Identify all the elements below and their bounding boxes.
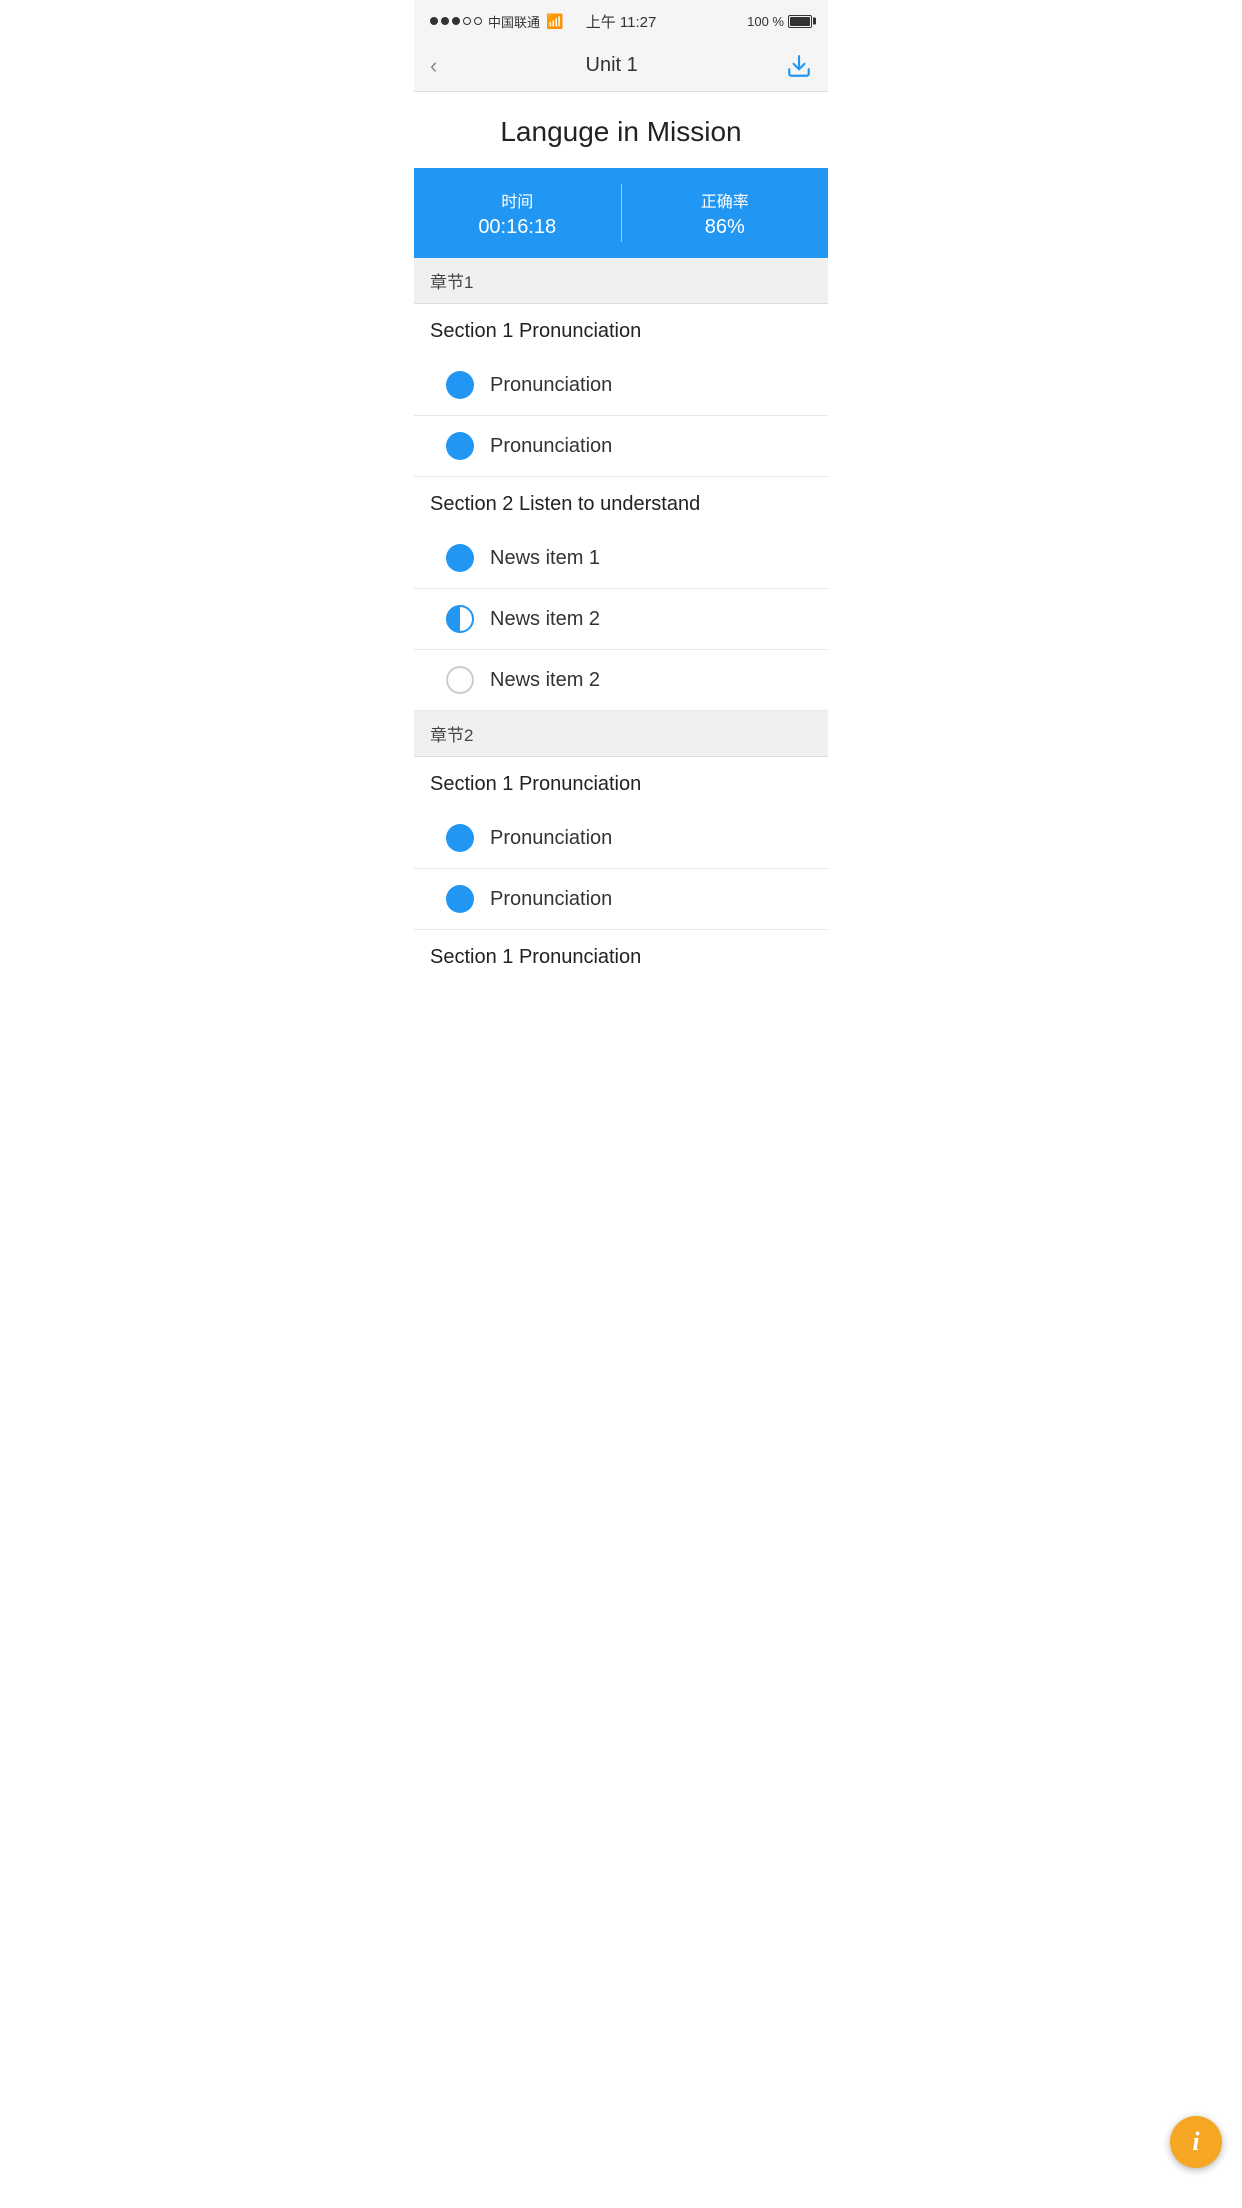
list-item[interactable]: News item 2 <box>414 589 828 650</box>
list-item[interactable]: News item 2 <box>414 650 828 711</box>
list-item-label: Pronunciation <box>490 827 612 850</box>
download-button[interactable] <box>786 53 812 79</box>
chapter-header: 章节1 <box>414 258 828 304</box>
progress-circle-full <box>446 824 474 852</box>
accuracy-value: 86% <box>705 216 745 239</box>
status-right: 100 % <box>747 14 812 29</box>
accuracy-stat: 正确率 86% <box>622 168 829 258</box>
status-left: 中国联通 📶 <box>430 12 563 31</box>
section-title: Section 1 Pronunciation <box>414 930 828 981</box>
chapter-header: 章节2 <box>414 711 828 757</box>
signal-icon <box>430 17 482 25</box>
status-time: 上午 11:27 <box>586 11 657 32</box>
accuracy-label: 正确率 <box>701 188 749 212</box>
stats-bar: 时间 00:16:18 正确率 86% <box>414 168 828 258</box>
carrier-label: 中国联通 <box>488 12 540 31</box>
page-title-section: Languge in Mission <box>414 92 828 168</box>
wifi-icon: 📶 <box>546 13 563 30</box>
time-label: 时间 <box>501 188 533 212</box>
back-button[interactable]: ‹ <box>430 55 437 77</box>
nav-title: Unit 1 <box>586 54 638 77</box>
battery-icon <box>788 15 812 28</box>
list-item-label: News item 2 <box>490 669 600 692</box>
list-item[interactable]: Pronunciation <box>414 869 828 930</box>
section-title: Section 2 Listen to understand <box>414 477 828 528</box>
time-stat: 时间 00:16:18 <box>414 168 621 258</box>
list-item[interactable]: News item 1 <box>414 528 828 589</box>
list-item[interactable]: Pronunciation <box>414 416 828 477</box>
section-title: Section 1 Pronunciation <box>414 757 828 808</box>
list-item[interactable]: Pronunciation <box>414 808 828 869</box>
progress-circle-full <box>446 544 474 572</box>
section-title: Section 1 Pronunciation <box>414 304 828 355</box>
list-item-label: Pronunciation <box>490 888 612 911</box>
list-item[interactable]: Pronunciation <box>414 355 828 416</box>
info-icon: i <box>1192 2129 1199 2155</box>
list-item-label: News item 1 <box>490 547 600 570</box>
list-item-label: Pronunciation <box>490 374 612 397</box>
status-bar: 中国联通 📶 上午 11:27 100 % <box>414 0 828 40</box>
progress-circle-full <box>446 371 474 399</box>
progress-circle-full <box>446 432 474 460</box>
time-value: 00:16:18 <box>478 216 556 239</box>
info-fab-button[interactable]: i <box>1170 2116 1222 2168</box>
nav-bar: ‹ Unit 1 <box>414 40 828 92</box>
list-item-label: News item 2 <box>490 608 600 631</box>
progress-circle-empty <box>446 666 474 694</box>
list-item-label: Pronunciation <box>490 435 612 458</box>
content-area: 章节1Section 1 PronunciationPronunciationP… <box>414 258 828 1061</box>
progress-circle-full <box>446 885 474 913</box>
battery-label: 100 % <box>747 14 784 29</box>
progress-circle-half <box>446 605 474 633</box>
page-title: Languge in Mission <box>430 116 812 148</box>
